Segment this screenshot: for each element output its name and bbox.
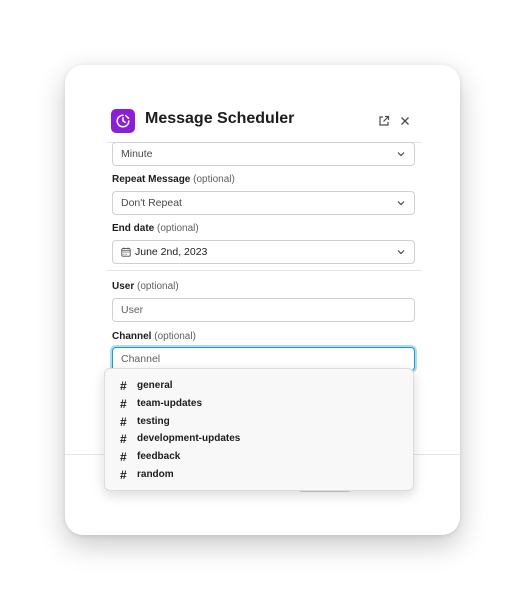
channel-option-label: testing — [137, 416, 170, 427]
hash-icon: # — [120, 449, 127, 464]
hash-icon: # — [120, 396, 127, 411]
modal-title: Message Scheduler — [145, 110, 295, 127]
hash-icon: # — [120, 378, 127, 393]
channel-label: Channel (optional) — [112, 331, 196, 342]
optional-note: (optional) — [157, 223, 199, 234]
user-label: User (optional) — [112, 281, 179, 292]
user-placeholder: User — [121, 304, 144, 316]
calendar-icon — [121, 247, 131, 257]
user-label-text: User — [112, 281, 135, 292]
section-divider — [107, 270, 422, 271]
end-date-label-text: End date — [112, 223, 155, 234]
end-date-value: June 2nd, 2023 — [135, 246, 208, 258]
repeat-message-label: Repeat Message (optional) — [112, 174, 235, 185]
channel-option-development-updates[interactable]: # development-updates — [120, 430, 240, 447]
channel-option-label: development-updates — [137, 433, 241, 444]
interval-select[interactable]: Minute — [112, 142, 415, 166]
channel-option-testing[interactable]: # testing — [120, 413, 170, 430]
channel-option-team-updates[interactable]: # team-updates — [120, 395, 202, 412]
end-date-picker[interactable]: June 2nd, 2023 — [112, 240, 415, 264]
channel-option-random[interactable]: # random — [120, 466, 174, 483]
chevron-down-icon — [397, 201, 405, 206]
channel-option-general[interactable]: # general — [120, 377, 173, 394]
channel-placeholder: Channel — [121, 353, 161, 365]
channel-option-label: general — [137, 380, 173, 391]
channel-label-text: Channel — [112, 331, 152, 342]
chevron-down-icon — [397, 152, 405, 157]
close-icon[interactable] — [396, 112, 414, 130]
repeat-message-select[interactable]: Don't Repeat — [112, 191, 415, 215]
optional-note: (optional) — [137, 281, 179, 292]
optional-note: (optional) — [193, 174, 235, 185]
open-external-icon[interactable] — [375, 112, 393, 130]
chevron-down-icon — [397, 250, 405, 255]
hash-icon: # — [120, 431, 127, 446]
optional-note: (optional) — [154, 331, 196, 342]
hash-icon: # — [120, 467, 127, 482]
channel-option-label: random — [137, 469, 174, 480]
channel-dropdown-menu: # general # team-updates # testing # dev… — [104, 368, 414, 491]
interval-value: Minute — [121, 148, 153, 160]
repeat-label-text: Repeat Message — [112, 174, 191, 185]
calendar-clock-icon — [111, 109, 135, 133]
channel-option-feedback[interactable]: # feedback — [120, 448, 180, 465]
repeat-value: Don't Repeat — [121, 197, 182, 209]
hash-icon: # — [120, 414, 127, 429]
channel-option-label: team-updates — [137, 398, 203, 409]
channel-option-label: feedback — [137, 451, 181, 462]
user-input[interactable]: User — [112, 298, 415, 322]
end-date-label: End date (optional) — [112, 223, 199, 234]
